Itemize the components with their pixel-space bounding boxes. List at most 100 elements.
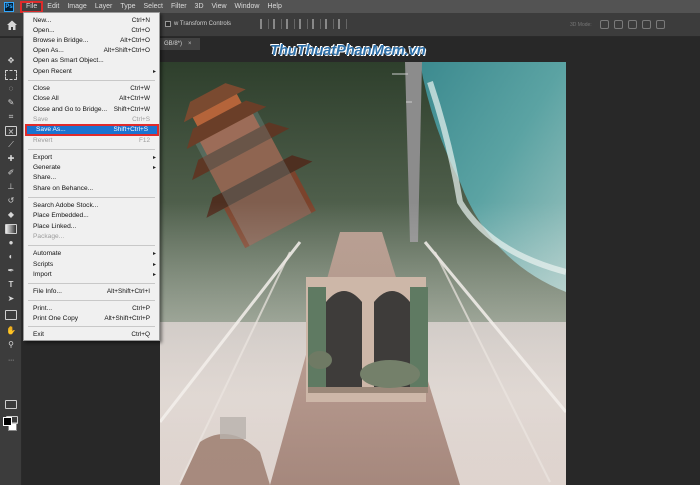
menu-item-close[interactable]: Close Ctrl+W <box>24 84 159 94</box>
zoom-tool-icon[interactable]: ⚲ <box>5 340 17 350</box>
tools-panel: ✥ ◌ ✎ ⌗ ⨯ ⟋ ✚ ✐ ⊥ ↺ ◆ ● ◐ ✒ T ➤ ✋ ⚲ ⋯ <box>0 38 22 485</box>
menu-3d[interactable]: 3D <box>191 1 208 12</box>
eyedropper-tool-icon[interactable]: ⟋ <box>5 140 17 150</box>
file-menu-dropdown: New... Ctrl+N Open... Ctrl+O Browse in Bri… <box>23 12 160 341</box>
3d-mode-label: 3D Mode: <box>570 22 592 28</box>
menu-separator <box>28 245 155 246</box>
watermark: ThuThuatPhanMem.vn <box>270 42 426 59</box>
document-tab-title: GB/8*) <box>164 41 183 47</box>
eraser-tool-icon[interactable]: ◆ <box>5 210 17 220</box>
composite-photo <box>160 62 566 485</box>
align-bottom-icon[interactable] <box>325 19 334 29</box>
submenu-arrow-icon: ▸ <box>152 165 156 171</box>
hand-tool-icon[interactable]: ✋ <box>5 326 17 336</box>
show-transform-controls[interactable]: w Transform Controls <box>165 21 231 27</box>
menu-separator <box>28 149 155 150</box>
quick-selection-tool-icon[interactable]: ✎ <box>5 98 17 108</box>
document-tab[interactable]: GB/8*) × <box>160 38 200 50</box>
brush-tool-icon[interactable]: ✐ <box>5 168 17 178</box>
submenu-arrow-icon: ▸ <box>152 262 156 268</box>
menu-view[interactable]: View <box>208 1 231 12</box>
submenu-arrow-icon: ▸ <box>152 69 156 75</box>
dodge-tool-icon[interactable]: ◐ <box>5 252 17 262</box>
menu-layer[interactable]: Layer <box>91 1 117 12</box>
menu-item-import[interactable]: Import ▸ <box>24 270 159 280</box>
transform-controls-checkbox[interactable] <box>165 21 171 27</box>
path-selection-tool-icon[interactable]: ➤ <box>5 294 17 304</box>
menu-item-print[interactable]: Print... Ctrl+P <box>24 304 159 314</box>
menu-window[interactable]: Window <box>231 1 264 12</box>
menu-item-place-linked[interactable]: Place Linked... <box>24 222 159 232</box>
align-top-icon[interactable] <box>299 19 308 29</box>
marquee-tool-icon[interactable] <box>5 70 17 80</box>
menu-separator <box>28 197 155 198</box>
3d-slide-icon[interactable] <box>642 20 651 29</box>
menu-item-open-as[interactable]: Open As... Alt+Shift+Ctrl+O <box>24 46 159 56</box>
close-tab-icon[interactable]: × <box>188 41 192 47</box>
menu-item-open-recent[interactable]: Open Recent ▸ <box>24 67 159 77</box>
menu-item-share[interactable]: Share... <box>24 173 159 183</box>
3d-orbit-icon[interactable] <box>600 20 609 29</box>
crop-tool-icon[interactable]: ⌗ <box>5 112 17 122</box>
menu-separator <box>28 326 155 327</box>
menu-item-scripts[interactable]: Scripts ▸ <box>24 260 159 270</box>
menu-image[interactable]: Image <box>63 1 90 12</box>
menu-item-generate[interactable]: Generate ▸ <box>24 163 159 173</box>
quick-mask-icon[interactable] <box>5 400 17 409</box>
menu-type[interactable]: Type <box>116 1 139 12</box>
menu-filter[interactable]: Filter <box>167 1 191 12</box>
menu-item-new[interactable]: New... Ctrl+N <box>24 16 159 26</box>
history-brush-tool-icon[interactable]: ↺ <box>5 196 17 206</box>
align-right-icon[interactable] <box>286 19 295 29</box>
menu-item-save-as[interactable]: Save As... Shift+Ctrl+S <box>25 124 159 136</box>
move-tool-icon[interactable]: ✥ <box>5 56 17 66</box>
menu-item-package: Package... <box>33 233 65 240</box>
3d-scale-icon[interactable] <box>656 20 665 29</box>
clone-stamp-tool-icon[interactable]: ⊥ <box>5 182 17 192</box>
menu-item-file-info[interactable]: File Info... Alt+Shift+Ctrl+I <box>24 287 159 297</box>
align-buttons <box>260 19 347 29</box>
rectangle-tool-icon[interactable] <box>5 310 17 320</box>
menu-item-share-on-behance[interactable]: Share on Behance... <box>24 184 159 194</box>
photoshop-logo-icon: Ps <box>4 1 14 12</box>
submenu-arrow-icon: ▸ <box>152 155 156 161</box>
edit-toolbar-icon[interactable]: ⋯ <box>5 356 17 366</box>
submenu-arrow-icon: ▸ <box>152 251 156 257</box>
3d-roll-icon[interactable] <box>614 20 623 29</box>
align-middle-icon[interactable] <box>312 19 321 29</box>
menu-item-browse-in-bridge[interactable]: Browse in Bridge... Alt+Ctrl+O <box>24 36 159 46</box>
foreground-color-swatch[interactable] <box>3 417 12 426</box>
menu-item-exit[interactable]: Exit Ctrl+Q <box>24 330 159 340</box>
menu-file[interactable]: File <box>20 0 44 13</box>
menu-item-place-embedded[interactable]: Place Embedded... <box>24 211 159 221</box>
menu-item-search-adobe-stock[interactable]: Search Adobe Stock... <box>24 201 159 211</box>
distribute-icon[interactable] <box>338 19 347 29</box>
home-icon[interactable] <box>6 19 18 31</box>
submenu-arrow-icon: ▸ <box>152 272 156 278</box>
pen-tool-icon[interactable]: ✒ <box>5 266 17 276</box>
blur-tool-icon[interactable]: ● <box>5 238 17 248</box>
menu-item-open[interactable]: Open... Ctrl+O <box>24 26 159 36</box>
lasso-tool-icon[interactable]: ◌ <box>5 84 17 94</box>
menu-item-open-as-smart-object[interactable]: Open as Smart Object... <box>24 56 159 66</box>
menu-help[interactable]: Help <box>263 1 285 12</box>
type-tool-icon[interactable]: T <box>5 280 17 290</box>
healing-brush-tool-icon[interactable]: ✚ <box>5 154 17 164</box>
frame-tool-icon[interactable]: ⨯ <box>5 126 17 136</box>
transform-controls-label: w Transform Controls <box>174 21 232 27</box>
menu-select[interactable]: Select <box>140 1 167 12</box>
menu-item-close-all[interactable]: Close All Alt+Ctrl+W <box>24 94 159 104</box>
menu-separator <box>28 283 155 284</box>
menu-separator <box>28 80 155 81</box>
3d-pan-icon[interactable] <box>628 20 637 29</box>
document-canvas[interactable] <box>160 62 566 485</box>
align-center-icon[interactable] <box>273 19 282 29</box>
align-left-icon[interactable] <box>260 19 269 29</box>
menu-edit[interactable]: Edit <box>43 1 63 12</box>
menu-item-revert: Revert F12 <box>33 137 150 144</box>
menu-item-close-and-go-to-bridge[interactable]: Close and Go to Bridge... Shift+Ctrl+W <box>24 105 159 115</box>
menu-item-export[interactable]: Export ▸ <box>24 153 159 163</box>
gradient-tool-icon[interactable] <box>5 224 17 234</box>
menu-item-print-one-copy[interactable]: Print One Copy Alt+Shift+Ctrl+P <box>24 314 159 324</box>
menu-item-automate[interactable]: Automate ▸ <box>24 249 159 259</box>
